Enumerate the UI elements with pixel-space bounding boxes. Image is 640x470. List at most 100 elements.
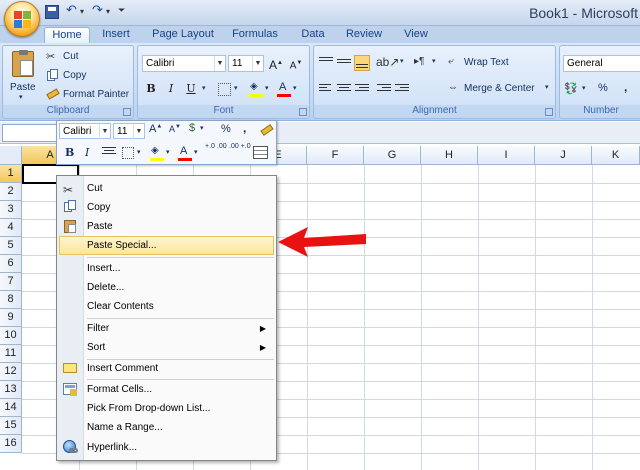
menu-item-paste[interactable]: Paste <box>59 217 274 236</box>
percent-button[interactable]: % <box>598 82 608 94</box>
save-icon[interactable] <box>45 5 59 19</box>
merge-center-button[interactable]: ⇔ Merge & Center ▾ <box>448 82 554 98</box>
row-header[interactable]: 13 <box>0 381 22 399</box>
orientation-dropdown-icon[interactable]: ▾ <box>400 57 404 65</box>
decrease-indent-icon[interactable] <box>376 82 392 98</box>
mini-center-icon[interactable] <box>101 145 117 161</box>
align-bottom-icon[interactable] <box>354 55 370 71</box>
indent-dropdown-icon[interactable]: ▾ <box>432 57 436 65</box>
row-header[interactable]: 14 <box>0 399 22 417</box>
column-header[interactable]: F <box>307 146 364 165</box>
tab-home[interactable]: Home <box>44 27 90 43</box>
fill-color-icon[interactable]: ◈ <box>248 81 264 98</box>
office-button[interactable] <box>4 1 40 37</box>
mini-italic-button[interactable]: I <box>85 146 89 159</box>
mini-fill-color-icon[interactable]: ◈ <box>149 145 165 162</box>
menu-item-format-cells[interactable]: Format Cells... <box>59 380 274 399</box>
currency-icon[interactable]: 💱 <box>564 82 578 95</box>
align-center-icon[interactable] <box>336 82 352 98</box>
customize-qat-icon[interactable]: ⏷ <box>118 6 125 16</box>
row-header[interactable]: 16 <box>0 435 22 453</box>
column-header[interactable]: K <box>592 146 640 165</box>
mini-merge-icon[interactable] <box>253 146 268 159</box>
borders-icon[interactable] <box>218 83 231 96</box>
menu-item-filter[interactable]: Filter ▶ <box>59 319 274 338</box>
underline-button[interactable]: U <box>182 80 200 98</box>
increase-indent-icon[interactable] <box>394 82 410 98</box>
tab-formulas[interactable]: Formulas <box>226 27 284 43</box>
bold-button[interactable]: B <box>142 80 160 98</box>
menu-item-copy[interactable]: Copy <box>59 198 274 217</box>
fill-color-dropdown-icon[interactable]: ▾ <box>265 84 269 92</box>
menu-item-insert[interactable]: Insert... <box>59 259 274 278</box>
clipboard-launcher-icon[interactable] <box>123 108 131 116</box>
orientation-icon[interactable]: ab↗ <box>376 55 399 69</box>
mini-borders-dropdown-icon[interactable]: ▾ <box>137 148 141 156</box>
menu-item-clear-contents[interactable]: Clear Contents <box>59 297 274 316</box>
undo-dropdown-icon[interactable]: ▾ <box>80 7 84 16</box>
tab-page-layout[interactable]: Page Layout <box>146 27 220 43</box>
menu-item-cut[interactable]: ✂ Cut <box>59 179 274 198</box>
menu-item-sort[interactable]: Sort ▶ <box>59 338 274 357</box>
mini-bold-button[interactable]: B <box>65 146 74 159</box>
select-all-button[interactable] <box>0 146 22 165</box>
alignment-launcher-icon[interactable] <box>545 108 553 116</box>
mini-shrink-font-button[interactable]: A▼ <box>169 124 181 134</box>
row-header[interactable]: 7 <box>0 273 22 291</box>
column-header[interactable]: J <box>535 146 592 165</box>
mini-increase-decimal-button[interactable]: +.0 .00 <box>205 143 227 151</box>
menu-item-name-range[interactable]: Name a Range... <box>59 418 274 437</box>
borders-dropdown-icon[interactable]: ▾ <box>234 84 238 92</box>
row-header[interactable]: 2 <box>0 183 22 201</box>
mini-percent-button[interactable]: % <box>221 123 231 135</box>
indent-icon[interactable]: ▸¶ <box>414 56 424 67</box>
tab-review[interactable]: Review <box>342 27 386 43</box>
font-size-combo[interactable]: 11 ▼ <box>228 55 264 72</box>
row-header[interactable]: 9 <box>0 309 22 327</box>
mini-size-combo[interactable]: 11 ▼ <box>113 123 145 139</box>
mini-borders-icon[interactable] <box>122 147 134 159</box>
paste-button[interactable]: Paste ▾ <box>7 49 39 103</box>
row-header[interactable]: 12 <box>0 363 22 381</box>
underline-dropdown-icon[interactable]: ▾ <box>202 84 206 92</box>
copy-button[interactable]: Copy <box>45 69 105 84</box>
row-header[interactable]: 5 <box>0 237 22 255</box>
redo-icon[interactable]: ↷ <box>92 3 103 18</box>
currency-dropdown-icon[interactable]: ▾ <box>582 84 586 92</box>
menu-item-paste-special[interactable]: Paste Special... <box>59 236 274 255</box>
shrink-font-button[interactable]: A▼ <box>287 54 305 72</box>
align-right-icon[interactable] <box>354 82 370 98</box>
menu-item-insert-comment[interactable]: Insert Comment <box>59 359 274 378</box>
menu-item-delete[interactable]: Delete... <box>59 278 274 297</box>
tab-insert[interactable]: Insert <box>96 27 136 43</box>
comma-button[interactable]: , <box>624 80 627 94</box>
align-middle-icon[interactable] <box>336 57 352 73</box>
mini-font-color-icon[interactable]: A <box>177 145 193 162</box>
row-header[interactable]: 6 <box>0 255 22 273</box>
row-header[interactable]: 11 <box>0 345 22 363</box>
mini-comma-button[interactable]: , <box>243 121 246 135</box>
font-family-combo[interactable]: Calibri ▼ <box>142 55 226 72</box>
row-header[interactable]: 1 <box>0 165 22 183</box>
row-header[interactable]: 15 <box>0 417 22 435</box>
mini-decrease-decimal-button[interactable]: .00 +.0 <box>229 143 251 151</box>
wrap-text-button[interactable]: ⤶ Wrap Text <box>448 56 528 72</box>
number-format-combo[interactable]: General <box>563 55 640 72</box>
tab-data[interactable]: Data <box>296 27 330 43</box>
mini-font-combo[interactable]: Calibri ▼ <box>59 123 111 139</box>
format-painter-button[interactable]: Format Painter <box>45 88 133 103</box>
menu-item-hyperlink[interactable]: Hyperlink... <box>59 438 274 457</box>
font-color-icon[interactable]: A <box>276 81 292 98</box>
column-header[interactable]: G <box>364 146 421 165</box>
column-header[interactable]: H <box>421 146 478 165</box>
mini-currency-button[interactable]: $ <box>189 122 195 134</box>
align-top-icon[interactable] <box>318 55 334 71</box>
mini-grow-font-button[interactable]: A▲ <box>149 123 162 135</box>
menu-item-pick-list[interactable]: Pick From Drop-down List... <box>59 399 274 418</box>
undo-icon[interactable]: ↶ <box>66 3 77 18</box>
mini-format-painter-icon[interactable] <box>260 124 274 136</box>
align-left-icon[interactable] <box>318 82 334 98</box>
cut-button[interactable]: ✂ Cut <box>45 50 105 65</box>
row-header[interactable]: 3 <box>0 201 22 219</box>
redo-dropdown-icon[interactable]: ▾ <box>106 7 110 16</box>
